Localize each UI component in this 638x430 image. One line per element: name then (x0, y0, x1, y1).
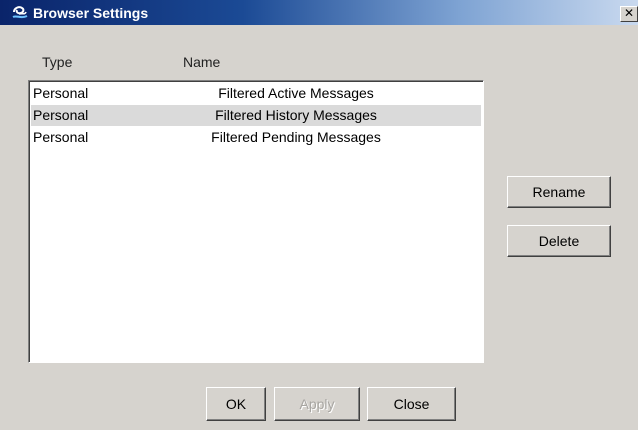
column-header-type[interactable]: Type (42, 53, 72, 71)
list-item-name: Filtered Active Messages (218, 85, 374, 101)
ok-button[interactable]: OK (206, 387, 266, 421)
list-item-type: Personal (33, 107, 89, 123)
list-item-type: Personal (33, 129, 89, 145)
list-item-name: Filtered History Messages (215, 107, 377, 123)
list-item-name: Filtered Pending Messages (211, 129, 381, 145)
list-item-selected[interactable]: Personal Filtered History Messages (31, 105, 481, 126)
window-title: Browser Settings (33, 5, 149, 21)
app-logo-icon (11, 5, 29, 21)
list-item[interactable]: Personal Filtered Pending Messages (31, 127, 481, 148)
apply-button[interactable]: Apply (274, 387, 360, 421)
browser-settings-dialog: Browser Settings ✕ Type Name Personal Fi… (0, 0, 638, 430)
close-icon[interactable]: ✕ (620, 6, 638, 22)
column-header-name[interactable]: Name (183, 53, 220, 71)
title-bar[interactable]: Browser Settings ✕ (0, 0, 638, 25)
rename-button[interactable]: Rename (507, 176, 611, 208)
list-item[interactable]: Personal Filtered Active Messages (31, 83, 481, 104)
close-button[interactable]: Close (367, 387, 456, 421)
delete-button[interactable]: Delete (507, 225, 611, 257)
settings-list[interactable]: Personal Filtered Active Messages Person… (28, 80, 484, 363)
list-item-type: Personal (33, 85, 89, 101)
